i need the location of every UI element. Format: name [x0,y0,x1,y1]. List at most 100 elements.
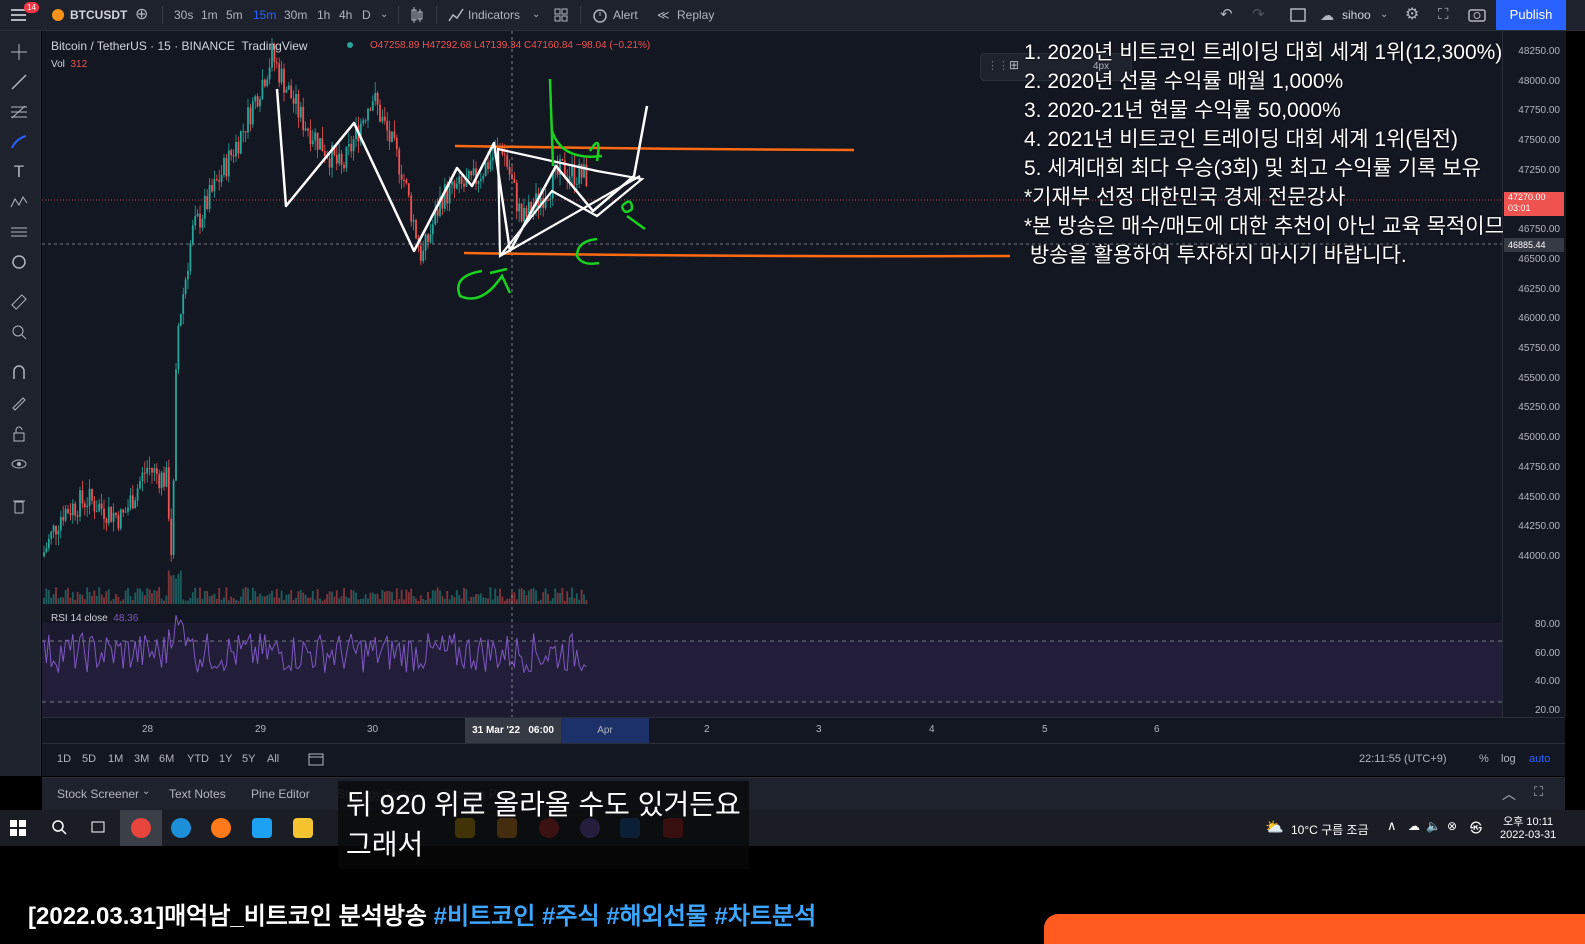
redo-icon[interactable]: ↷ [1252,0,1265,30]
template-icon[interactable]: ⊞ [1009,58,1019,72]
clock-readout[interactable]: 22:11:55 (UTC+9) [1359,753,1447,765]
range-5d[interactable]: 5D [82,753,96,765]
overlay-line: *기재부 선정 대한민국 경제 전문강사 [1024,186,1346,209]
trash-icon[interactable] [8,495,30,517]
fib-retracement-icon[interactable] [8,101,30,123]
video-hashtag[interactable]: #차트분석 [715,903,817,930]
trend-line-icon[interactable] [8,71,30,93]
range-5y[interactable]: 5Y [242,753,255,765]
magnet-icon[interactable] [8,361,30,383]
compare-plus-icon[interactable]: ⊕ [135,0,148,30]
interval-30m[interactable]: 30m [284,0,307,30]
price-axis[interactable]: 48250.00 48000.00 47750.00 47500.00 47250.00… [1502,31,1566,737]
task-view-icon[interactable] [90,819,106,840]
edge-icon[interactable] [171,818,191,838]
drag-handle-icon[interactable]: ⋮⋮ [987,59,1009,72]
candle-body [393,131,396,138]
file-explorer-icon[interactable] [293,818,313,838]
range-6m[interactable]: 6M [159,753,174,765]
crosshair-icon[interactable] [8,41,30,63]
price-tick: 48000.00 [1518,75,1560,87]
video-title[interactable]: [2022.03.31]매억남_비트코인 분석방송 #비트코인 #주식 #해외선… [28,896,816,931]
firefox-icon[interactable] [211,818,231,838]
range-ytd[interactable]: YTD [187,753,209,765]
calendar-goto-icon[interactable] [308,752,324,771]
scale-log[interactable]: log [1501,753,1516,765]
twitter-icon[interactable] [252,818,272,838]
alarm-clock-icon[interactable] [592,0,608,30]
network-icon[interactable]: ☁ [1408,819,1420,833]
maximize-panel-icon[interactable]: ⛶ [1534,784,1543,800]
symbol-search-button[interactable]: BTCUSDT [70,0,127,30]
interval-1m[interactable]: 1m [201,0,218,30]
pattern-icon[interactable] [8,191,30,213]
video-hashtag[interactable]: #비트코인 [434,903,542,930]
gear-icon[interactable]: ⚙ [1405,0,1419,30]
lock-icon[interactable] [8,423,30,445]
interval-4h[interactable]: 4h [339,0,352,30]
taskbar-clock[interactable]: 오후 10:11 2022-03-31 [1500,813,1556,841]
prediction-icon[interactable] [8,221,30,243]
chevron-down-icon[interactable]: ⌄ [380,0,388,30]
chevron-down-icon[interactable]: ⌄ [142,786,150,797]
layout-name[interactable]: sihoo [1342,0,1371,30]
camera-icon[interactable] [1468,0,1486,30]
orange-banner[interactable] [1044,914,1585,944]
eye-icon[interactable] [8,453,30,475]
scale-percent[interactable]: % [1479,753,1489,765]
interval-D[interactable]: D [362,0,371,30]
volume-bar [167,570,170,604]
interval-15m[interactable]: 15m [253,0,276,30]
tab-pine-editor[interactable]: Pine Editor [251,787,310,801]
video-hashtag[interactable]: #해외선물 [606,903,714,930]
brush-icon[interactable] [8,131,30,153]
volume-bar [501,596,504,604]
range-all[interactable]: All [267,753,279,765]
indicators-button[interactable]: Indicators [468,0,520,30]
video-hashtag[interactable]: #주식 [542,903,606,930]
candle-style-icon[interactable] [410,0,424,30]
zoom-in-icon[interactable] [8,321,30,343]
weather-text[interactable]: 10°C 구름 조금 [1291,821,1369,838]
replay-icon[interactable]: ≪ [657,0,670,30]
range-3m[interactable]: 3M [134,753,149,765]
chrome-icon[interactable] [131,818,151,838]
windows-start-icon[interactable] [10,820,26,841]
ruler-icon[interactable] [8,291,30,313]
chevron-down-icon[interactable]: ⌄ [532,0,540,30]
interval-1h[interactable]: 1h [317,0,330,30]
interval-30s[interactable]: 30s [174,0,193,30]
volume-bar [515,599,518,604]
scale-auto[interactable]: auto [1529,753,1550,765]
chevron-down-icon[interactable]: ⌄ [1380,0,1388,30]
indicators-icon[interactable] [448,0,464,30]
interval-5m[interactable]: 5m [226,0,243,30]
ime-icon[interactable]: ㉿ [1470,819,1482,836]
range-1m[interactable]: 1M [108,753,123,765]
tray-chevron-icon[interactable]: ∧ [1387,818,1397,834]
candle-body [100,503,103,509]
volume-icon[interactable]: 🔈 [1426,819,1441,833]
circle-shape-icon[interactable] [8,251,30,273]
weather-cloud-icon: ⛅ [1265,819,1284,836]
tab-text-notes[interactable]: Text Notes [169,787,226,801]
volume-bar [532,587,535,604]
undo-icon[interactable]: ↶ [1220,0,1233,30]
time-axis[interactable]: 28 29 30 2 3 4 5 6 31 Mar '22 06:00 Apr [42,717,1565,744]
text-tool-icon[interactable]: T [8,161,30,183]
stay-drawing-icon[interactable] [8,391,30,413]
search-icon[interactable] [50,818,68,841]
expand-icon[interactable]: ⛶ [1438,0,1449,30]
publish-button[interactable]: Publish [1496,0,1566,30]
alert-button[interactable]: Alert [613,0,638,30]
fullscreen-frame-icon[interactable] [1290,0,1306,30]
range-1d[interactable]: 1D [57,753,71,765]
tab-stock-screener[interactable]: Stock Screener [57,787,139,801]
replay-button[interactable]: Replay [677,0,714,30]
battery-icon[interactable]: ⊗ [1447,819,1457,833]
range-1y[interactable]: 1Y [219,753,232,765]
collapse-panel-icon[interactable]: ︿ [1502,784,1516,804]
candle-body [460,176,463,184]
volume-bar [398,599,401,604]
layout-grid-icon[interactable] [553,0,569,30]
